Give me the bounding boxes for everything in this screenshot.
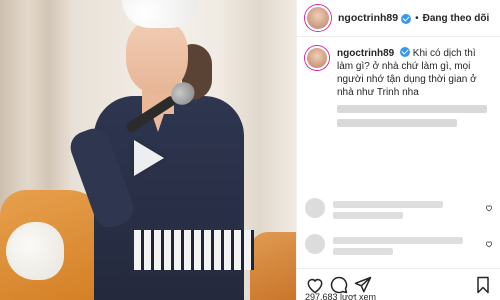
post-side-panel: ngoctrinh89 • Đang theo dõi ngoctrinh89 … [296,0,500,300]
heart-icon[interactable] [485,204,493,212]
bookmark-icon[interactable] [473,275,493,295]
comments-list[interactable]: ngoctrinh89 Khi có dịch thì làm gì? ở nh… [297,36,500,258]
comment-row [297,233,500,255]
post-video[interactable] [0,0,296,300]
post-header: ngoctrinh89 • Đang theo dõi [297,0,500,37]
avatar[interactable] [305,5,331,31]
verified-badge-icon [400,47,411,57]
caption-username[interactable]: ngoctrinh89 [337,48,394,59]
avatar[interactable] [305,198,325,218]
heart-icon[interactable] [485,240,493,248]
blurred-text [337,105,487,113]
view-count: 297.683 lượt xem [305,292,376,300]
following-button[interactable]: Đang theo dõi [423,13,490,24]
blurred-text [337,119,457,127]
comment-row [297,197,500,219]
post-caption: ngoctrinh89 Khi có dịch thì làm gì? ở nh… [297,36,500,127]
play-icon[interactable] [134,140,164,176]
white-pillow [6,222,64,280]
verified-badge-icon [401,14,412,24]
avatar[interactable] [305,234,325,254]
separator-dot: • [415,12,419,24]
piano-key-trim [134,230,254,270]
caption-avatar[interactable] [305,46,329,70]
shower-cap [122,0,198,28]
username-link[interactable]: ngoctrinh89 [338,12,398,24]
instagram-post-modal: ngoctrinh89 • Đang theo dõi ngoctrinh89 … [0,0,500,300]
orange-chair-right [250,232,296,300]
